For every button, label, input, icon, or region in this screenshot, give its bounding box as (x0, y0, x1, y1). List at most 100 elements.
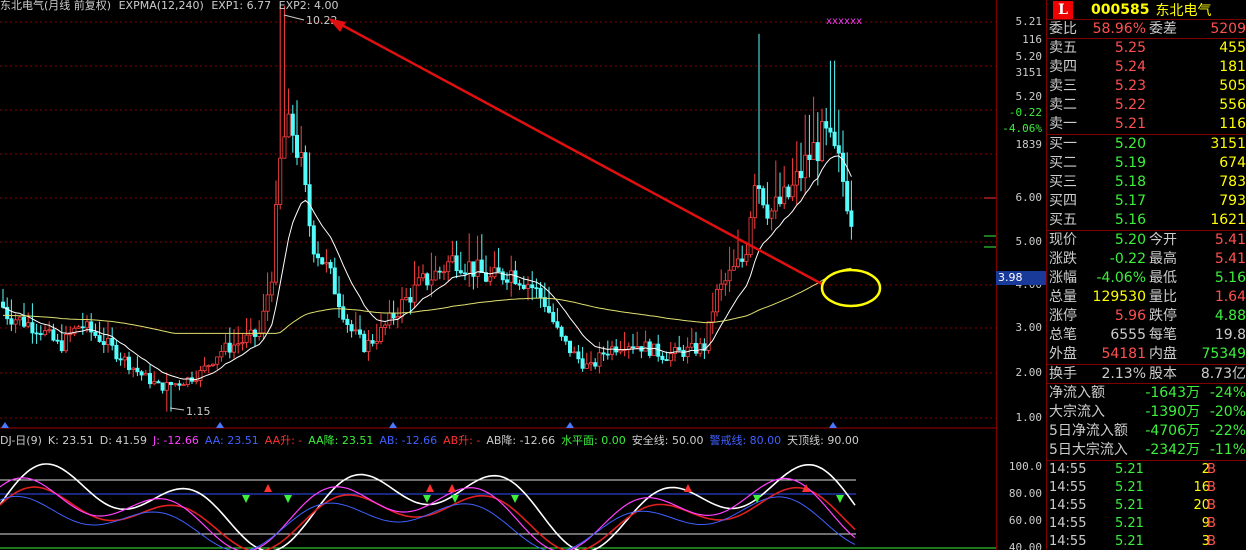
asks-row[interactable]: 卖二 5.22 556 (1047, 96, 1246, 115)
candle-body (769, 210, 774, 219)
candle-body (748, 217, 753, 256)
asks-row[interactable]: 卖五 5.25 455 (1047, 39, 1246, 58)
candle-body (156, 381, 161, 384)
candle-body (206, 365, 211, 367)
candle-body (391, 312, 396, 319)
candle-body (563, 335, 568, 342)
flow-label: 5日大宗流入 (1049, 442, 1128, 458)
bids-row[interactable]: 买一 5.20 3151 (1047, 135, 1246, 154)
asks-label: 卖五 (1049, 40, 1077, 56)
candle-body (328, 262, 333, 269)
candle-body (593, 362, 598, 367)
indicator-legend-item: D: 41.59 (99, 434, 147, 447)
candle-body (17, 316, 22, 321)
stat-row: 涨跌 -0.22 最高 5.41 (1047, 250, 1246, 269)
candle-body (462, 272, 467, 275)
axis-info-value: 116 (1022, 33, 1042, 46)
candle-body (807, 154, 812, 160)
bids-row[interactable]: 买三 5.18 783 (1047, 173, 1246, 192)
trade-row[interactable]: 14:55 5.21 3 B (1047, 533, 1246, 550)
stats-list: 现价 5.20 今开 5.41 涨跌 -0.22 最高 5.41 涨幅 -4.06% 最低 5.16 总… (1047, 231, 1246, 365)
candle-body (131, 367, 136, 371)
trade-row[interactable]: 14:55 5.21 20 B (1047, 497, 1246, 515)
candle-body (412, 284, 417, 303)
candle-body (551, 311, 556, 323)
trade-price: 5.21 (1115, 462, 1144, 477)
flow-row: 大宗流入 -1390万 -20% (1047, 403, 1246, 422)
candle-body (399, 299, 404, 317)
candlesticks (0, 6, 854, 412)
trade-direction: B (1207, 480, 1216, 495)
candle-body (353, 329, 358, 332)
indicator-legend: DJ-日(9) K: 23.51 D: 41.59 J: -12.66 AA: 23.5… (0, 432, 865, 447)
candle-body (794, 170, 799, 186)
candle-body (362, 333, 367, 353)
bids-row[interactable]: 买二 5.19 674 (1047, 154, 1246, 173)
stat-value: -0.22 (1109, 251, 1146, 267)
current-price-marker: 3.98 (996, 271, 1046, 285)
flow-row: 5日大宗流入 -2342万 -11% (1047, 441, 1246, 460)
indicator-tick: 80.00 (1008, 487, 1042, 500)
asks-volume: 181 (1219, 59, 1246, 75)
candle-body (673, 347, 678, 354)
trade-price: 5.21 (1115, 480, 1144, 495)
kline-chart[interactable]: 10.221.15xxxxxx (0, 0, 996, 550)
indicator-legend-item: AB: -12.66 (379, 434, 438, 447)
bids-price: 5.20 (1114, 136, 1146, 152)
flow-label: 5日净流入额 (1049, 423, 1128, 439)
candle-body (799, 170, 804, 179)
trade-list[interactable]: 14:55 5.21 2 B 14:55 5.21 16 B 14:55 5.21 20 B 14:55… (1047, 461, 1246, 550)
bids-label: 买五 (1049, 212, 1077, 228)
candle-body (13, 319, 18, 325)
candle-body (631, 346, 636, 349)
capital-value: 8.73亿 (1200, 366, 1246, 382)
candle-body (219, 351, 224, 358)
candle-body (240, 342, 245, 345)
candle-body (38, 333, 43, 335)
candle-body (681, 349, 686, 357)
candle-body (366, 340, 371, 353)
candle-body (790, 184, 795, 198)
trade-row[interactable]: 14:55 5.21 2 B (1047, 461, 1246, 479)
flow-percent: -24% (1209, 385, 1246, 401)
candle-body (521, 284, 526, 289)
asks-label: 卖二 (1049, 97, 1077, 113)
candle-body (303, 152, 308, 186)
stock-code[interactable]: 000585 (1091, 2, 1149, 18)
candle-body (727, 269, 732, 282)
stock-name[interactable]: 东北电气 (1155, 0, 1211, 20)
candle-body (374, 341, 379, 344)
kline-chart-area[interactable]: 10.22 1.15 xxxxxx 东北电气(月线 前复权) EXPMA(12,24… (0, 0, 996, 550)
candle-body (59, 340, 64, 352)
candle-body (446, 261, 451, 273)
candle-body (832, 131, 837, 147)
stat-value: 5.20 (1114, 232, 1146, 248)
candle-body (765, 204, 770, 219)
asks-row[interactable]: 卖四 5.24 181 (1047, 58, 1246, 77)
candle-body (26, 322, 31, 327)
bids-row[interactable]: 买五 5.16 1621 (1047, 211, 1246, 230)
trade-row[interactable]: 14:55 5.21 9 B (1047, 515, 1246, 533)
stat-value: -4.06% (1096, 270, 1146, 286)
asks-row[interactable]: 卖三 5.23 505 (1047, 77, 1246, 96)
stat-label: 涨停 (1049, 308, 1077, 324)
bids-row[interactable]: 买四 5.17 793 (1047, 192, 1246, 211)
candle-body (811, 142, 816, 160)
stat-label: 外盘 (1049, 346, 1077, 362)
candle-body (404, 297, 409, 301)
asks-volume: 556 (1219, 97, 1246, 113)
stat-row: 总量 129530 量比 1.64 (1047, 288, 1246, 307)
stat-row: 总笔 6555 每笔 19.8 (1047, 326, 1246, 345)
flow-value: -1390万 (1145, 404, 1200, 420)
price-axis: 6.005.004.003.002.001.005.211165.2031515… (996, 0, 1046, 550)
candle-body (534, 287, 539, 290)
candle-body (408, 297, 413, 303)
asks-row[interactable]: 卖一 5.21 116 (1047, 115, 1246, 134)
trade-row[interactable]: 14:55 5.21 16 B (1047, 479, 1246, 497)
bids-label: 买四 (1049, 193, 1077, 209)
flow-row: 净流入额 -1643万 -24% (1047, 384, 1246, 403)
axis-info-value: 5.20 (1015, 90, 1043, 103)
candle-body (68, 333, 73, 336)
indicator-legend-item: AA: 23.51 (204, 434, 259, 447)
indicator-tick: 100.0 (1008, 460, 1042, 473)
